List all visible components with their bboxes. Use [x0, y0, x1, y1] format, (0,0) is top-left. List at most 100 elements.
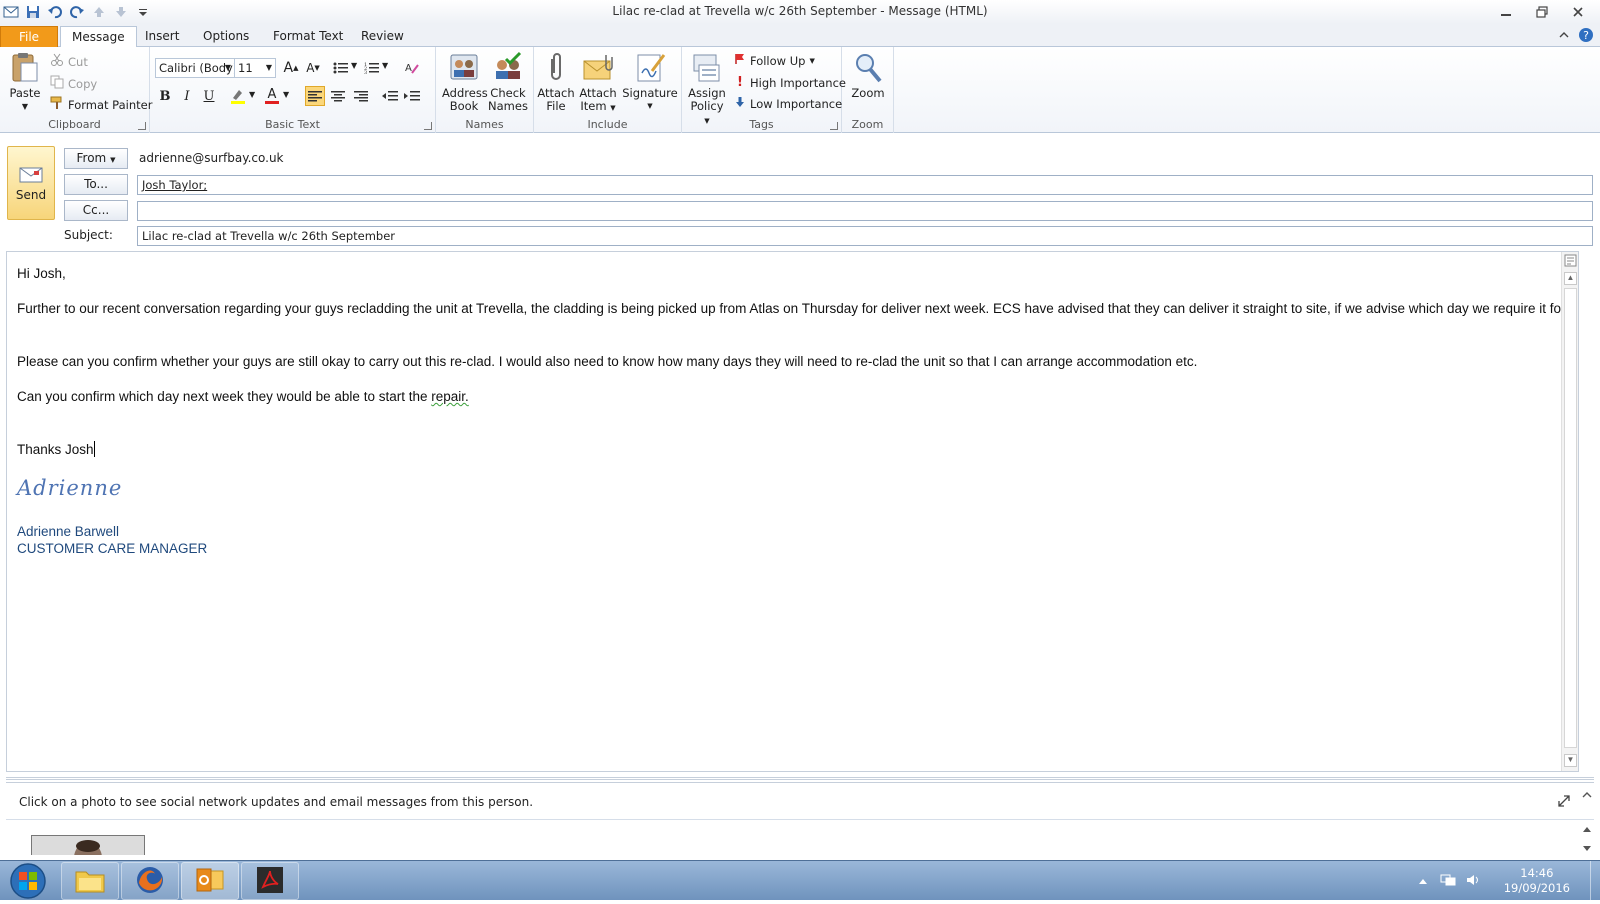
highlight-dropdown-icon[interactable]: ▼: [249, 90, 255, 99]
copy-button[interactable]: Copy: [50, 75, 97, 92]
volume-icon[interactable]: [1466, 873, 1482, 890]
low-importance-button[interactable]: Low Importance: [734, 96, 842, 111]
basic-text-launcher-icon[interactable]: [424, 122, 432, 130]
numbering-dropdown-icon[interactable]: ▼: [382, 61, 388, 70]
subject-field[interactable]: Lilac re-clad at Trevella w/c 26th Septe…: [137, 226, 1593, 246]
to-button[interactable]: To...: [64, 174, 128, 195]
underline-button[interactable]: U: [199, 86, 219, 106]
check-names-button[interactable]: Check Names: [486, 51, 530, 113]
to-field[interactable]: Josh Taylor;: [137, 175, 1593, 195]
taskbar-firefox[interactable]: [121, 862, 179, 900]
bold-button[interactable]: B: [155, 86, 175, 106]
tags-launcher-icon[interactable]: [830, 122, 838, 130]
assign-policy-button[interactable]: Assign Policy ▼: [686, 51, 728, 128]
font-size-dropdown-icon[interactable]: ▼: [266, 59, 272, 77]
tray-expand-icon[interactable]: [1418, 874, 1428, 888]
font-color-dropdown-icon[interactable]: ▼: [283, 90, 289, 99]
shrink-font-icon[interactable]: A ▼: [303, 58, 323, 78]
expand-pane-icon[interactable]: [1558, 795, 1570, 810]
ruler-icon[interactable]: [1564, 254, 1577, 270]
paperclip-icon: [540, 51, 572, 83]
body-scrollbar[interactable]: ▲ ▼: [1561, 252, 1578, 771]
network-icon[interactable]: [1440, 873, 1456, 890]
font-dropdown-icon[interactable]: ▼: [225, 59, 231, 77]
text-caret: [93, 441, 95, 457]
increase-indent-icon[interactable]: [402, 86, 422, 106]
scroll-down-icon[interactable]: ▼: [1564, 754, 1577, 767]
tab-format-text[interactable]: Format Text: [262, 26, 354, 47]
tab-options[interactable]: Options: [192, 26, 260, 47]
scroll-up-icon[interactable]: ▲: [1564, 272, 1577, 285]
address-book-button[interactable]: Address Book: [442, 51, 488, 113]
send-icon: [8, 165, 54, 188]
folder-icon: [74, 866, 106, 897]
tab-review[interactable]: Review: [350, 26, 415, 47]
cut-button[interactable]: Cut: [50, 53, 88, 70]
minimize-icon[interactable]: [1488, 2, 1524, 22]
paste-button[interactable]: Paste ▼: [6, 51, 44, 113]
attach-item-dropdown-icon[interactable]: ▼: [610, 104, 615, 112]
show-desktop-button[interactable]: [1590, 861, 1600, 901]
clipboard-launcher-icon[interactable]: [138, 122, 146, 130]
cc-field[interactable]: [137, 201, 1593, 221]
ribbon-tabs: File Message Insert Options Format Text …: [0, 24, 1600, 48]
system-clock[interactable]: 14:46 19/09/2016: [1504, 866, 1570, 896]
grow-font-icon[interactable]: A ▲: [281, 58, 301, 78]
pane-scroll-up2-icon[interactable]: [1582, 822, 1592, 836]
scroll-thumb[interactable]: [1564, 288, 1577, 748]
numbering-icon[interactable]: 123: [362, 58, 382, 78]
taskbar: 14:46 19/09/2016: [0, 860, 1600, 901]
to-recipient[interactable]: Josh Taylor;: [142, 178, 207, 192]
italic-button[interactable]: I: [177, 86, 197, 106]
clipboard-group: Paste ▼ Cut Copy Format Painter Clipboar…: [0, 47, 152, 133]
contact-photo[interactable]: [31, 835, 145, 855]
bullets-dropdown-icon[interactable]: ▼: [351, 61, 357, 70]
check-names-icon: [492, 51, 524, 83]
pane-scroll-up-icon[interactable]: [1582, 789, 1592, 803]
start-button[interactable]: [4, 861, 52, 904]
format-painter-button[interactable]: Format Painter: [50, 96, 152, 113]
taskbar-explorer[interactable]: [61, 862, 119, 900]
subject-label: Subject:: [64, 228, 113, 242]
tab-insert[interactable]: Insert: [134, 26, 190, 47]
taskbar-acrobat[interactable]: [241, 862, 299, 900]
restore-icon[interactable]: [1524, 2, 1560, 22]
zoom-group: Zoom Zoom: [842, 47, 894, 133]
window-controls: [1488, 2, 1596, 22]
font-name-combo[interactable]: Calibri (Body) ▼: [155, 58, 235, 78]
title-bar: Lilac re-clad at Trevella w/c 26th Septe…: [0, 0, 1600, 24]
cc-button[interactable]: Cc...: [64, 200, 128, 221]
high-importance-button[interactable]: ! High Importance: [734, 75, 846, 90]
magnifier-icon: [852, 51, 884, 83]
signature-dropdown-icon[interactable]: ▼: [622, 100, 678, 113]
body-paragraph-3: Can you confirm which day next week they…: [17, 389, 469, 404]
zoom-button[interactable]: Zoom: [846, 51, 890, 100]
align-left-icon[interactable]: [305, 86, 325, 106]
attach-item-button[interactable]: Attach Item ▼: [578, 51, 618, 115]
message-body[interactable]: Hi Josh, Further to our recent conversat…: [6, 251, 1579, 772]
follow-up-button[interactable]: Follow Up ▼: [734, 53, 815, 68]
align-right-icon[interactable]: [351, 86, 371, 106]
bullets-icon[interactable]: [331, 58, 351, 78]
send-button[interactable]: Send: [7, 146, 55, 220]
decrease-indent-icon[interactable]: [380, 86, 400, 106]
follow-up-dropdown-icon[interactable]: ▼: [809, 57, 814, 65]
collapse-ribbon-icon[interactable]: [1558, 29, 1570, 44]
tab-message[interactable]: Message: [60, 26, 137, 48]
people-pane-splitter[interactable]: [6, 777, 1594, 780]
greeting-text: Hi Josh,: [17, 266, 66, 281]
font-color-icon[interactable]: A: [262, 86, 282, 106]
attach-file-button[interactable]: Attach File: [536, 51, 576, 113]
pane-scroll-down-icon[interactable]: [1582, 842, 1592, 856]
align-center-icon[interactable]: [328, 86, 348, 106]
close-icon[interactable]: [1560, 2, 1596, 22]
from-button[interactable]: From ▼: [64, 148, 128, 169]
tab-file[interactable]: File: [0, 26, 58, 47]
paste-dropdown-icon[interactable]: ▼: [6, 100, 44, 113]
taskbar-outlook[interactable]: [181, 862, 239, 900]
font-size-combo[interactable]: 11 ▼: [234, 58, 276, 78]
highlight-icon[interactable]: [228, 86, 248, 106]
signature-button[interactable]: Signature ▼: [622, 51, 678, 113]
clear-formatting-icon[interactable]: A: [402, 58, 422, 78]
help-icon[interactable]: ?: [1578, 27, 1594, 46]
